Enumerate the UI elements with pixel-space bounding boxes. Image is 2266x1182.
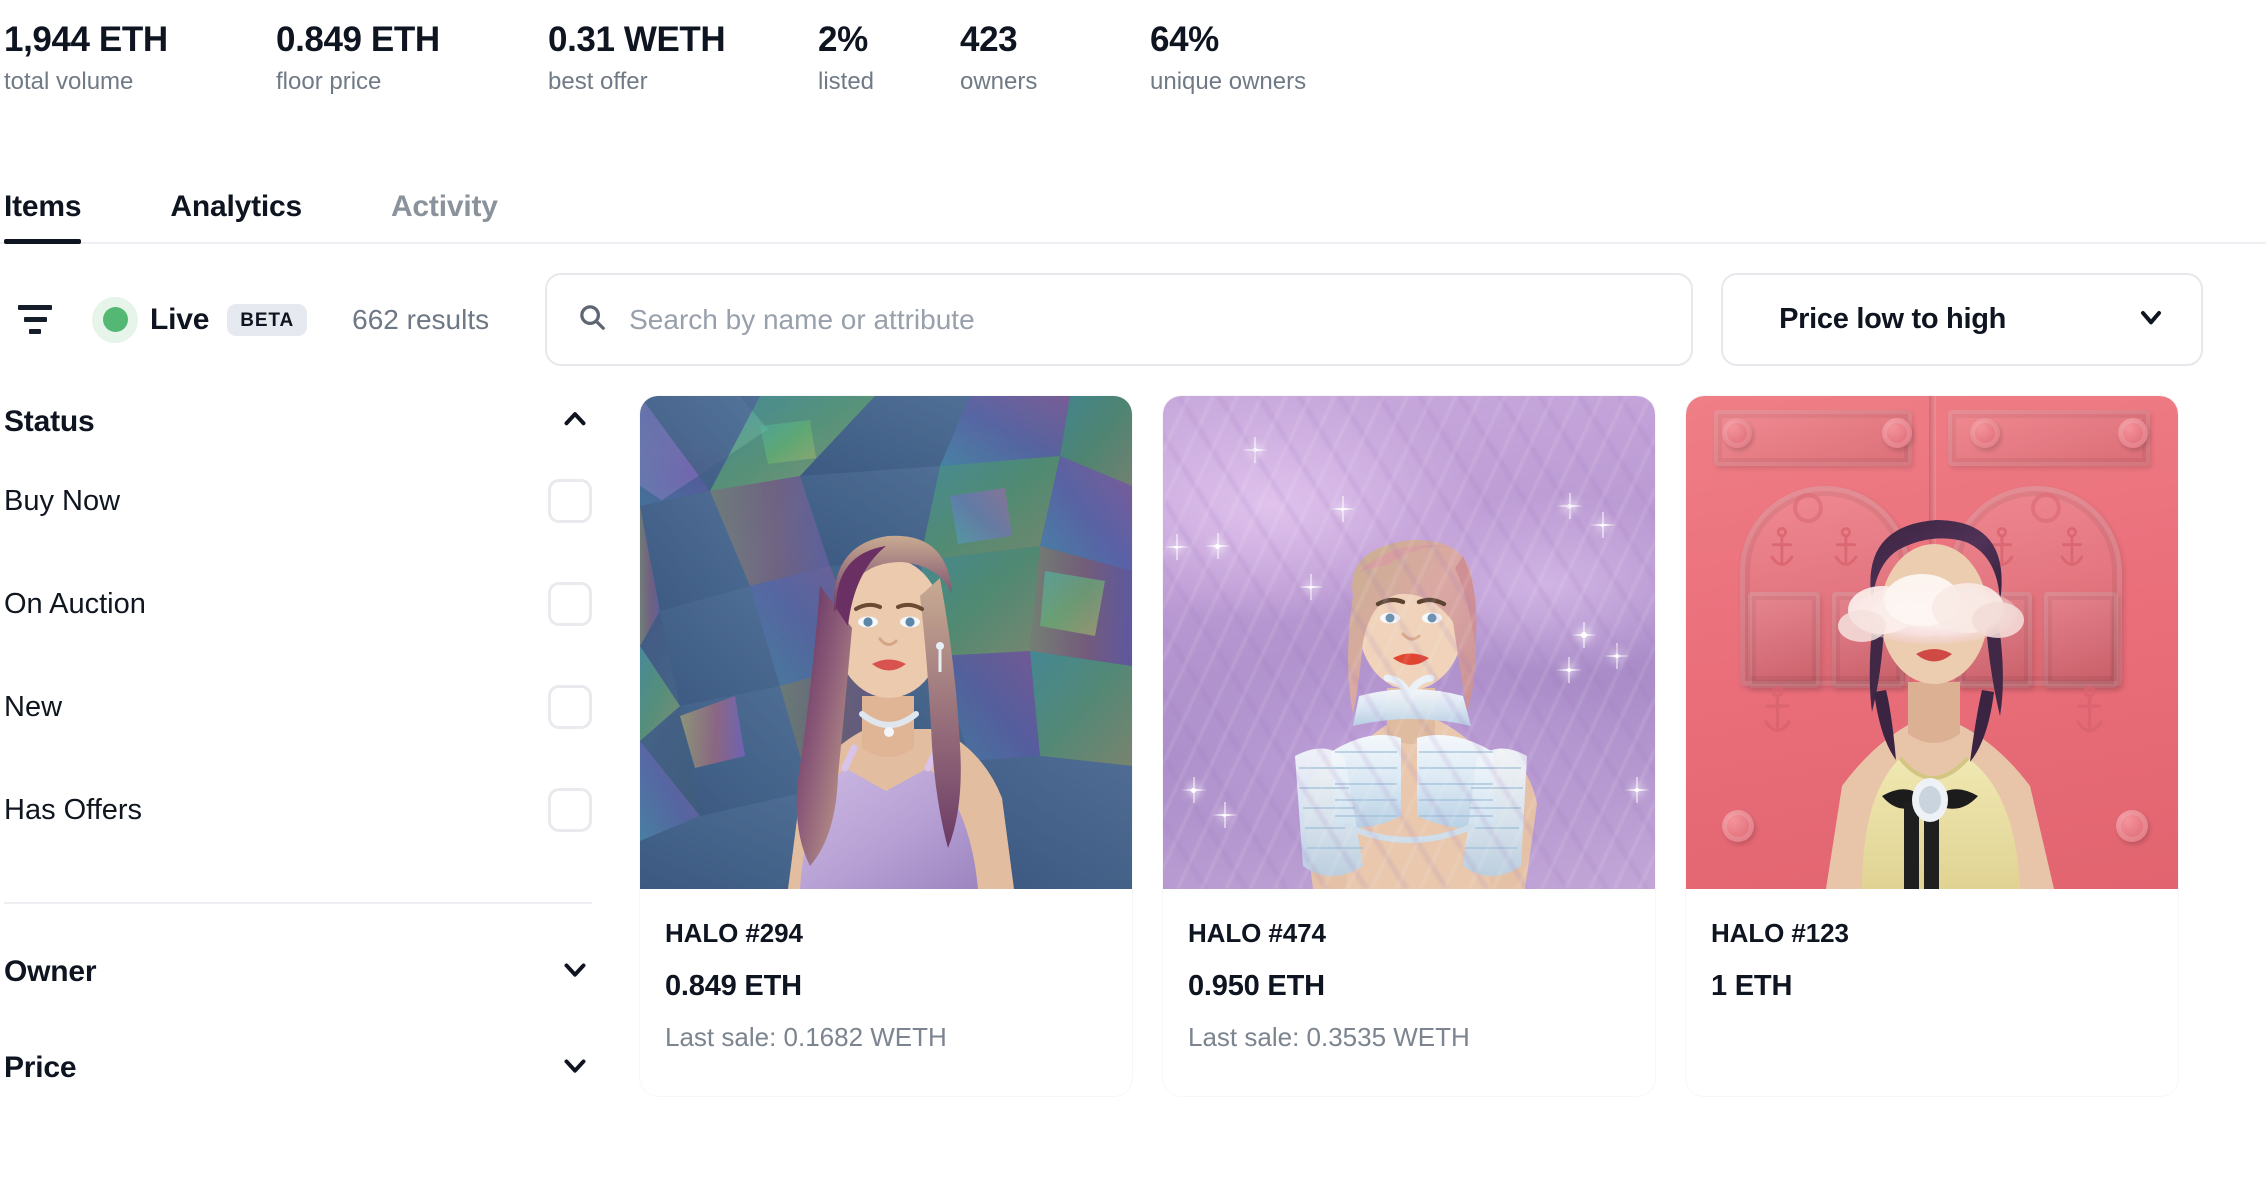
- nft-price: 0.950 ETH: [1188, 969, 1325, 1002]
- facet-divider: [4, 901, 592, 904]
- stat-value: 0.31 WETH: [548, 20, 726, 59]
- filter-bar-2: [23, 317, 47, 323]
- avatar-figure: [788, 535, 1014, 889]
- sparkle: [1215, 543, 1220, 549]
- chevron-up-icon: [558, 402, 592, 441]
- stat-value: 64%: [1150, 20, 1219, 59]
- filter-icon[interactable]: [8, 293, 62, 347]
- tab-activity[interactable]: Activity: [391, 191, 498, 242]
- filter-bar-3: [29, 329, 41, 335]
- sparkle: [1615, 653, 1619, 658]
- sparkle: [1341, 507, 1344, 511]
- stat-floor-price: 0.849 ETH floor price: [276, 18, 548, 100]
- live-toggle[interactable]: Live BETA: [92, 296, 308, 343]
- cloud-over-eyes: [1838, 573, 2024, 644]
- stat-value: 423: [960, 20, 1018, 59]
- sparkle: [1175, 545, 1178, 549]
- items-toolbar: Live BETA 662 results Price low to high: [0, 268, 2266, 372]
- stat-label: owners: [960, 67, 1038, 95]
- stat-unique-owners: 64% unique owners: [1150, 18, 1306, 100]
- stat-label: listed: [818, 67, 875, 95]
- stat-label: floor price: [276, 67, 382, 95]
- checkbox-has-offers[interactable]: [548, 788, 592, 833]
- sort-dropdown[interactable]: Price low to high: [1721, 273, 2204, 367]
- beta-badge: BETA: [227, 303, 308, 336]
- filter-bar-1: [18, 305, 52, 311]
- nft-card[interactable]: HALO #294 0.849 ETH Last sale: 0.1682 WE…: [640, 395, 1132, 1096]
- nft-artwork-holographic[interactable]: [640, 395, 1132, 889]
- items-content: Status Buy Now On Auction New Has Offers: [0, 394, 2266, 1096]
- facet-title: Price: [4, 1050, 77, 1084]
- filter-option-label: New: [4, 690, 63, 723]
- chevron-down-icon: [558, 952, 592, 991]
- sparkle: [1581, 631, 1587, 638]
- filter-option-label: On Auction: [4, 587, 146, 620]
- chevron-down-icon: [558, 1048, 592, 1087]
- filter-option-buy-now[interactable]: Buy Now: [4, 450, 592, 553]
- avatar-figure: [1826, 519, 2054, 889]
- sparkle: [1253, 447, 1257, 452]
- stat-listed: 2% listed: [818, 18, 960, 100]
- tab-items[interactable]: Items: [4, 191, 82, 244]
- avatar-figure: [1295, 539, 1537, 889]
- sparkle: [1635, 787, 1639, 792]
- live-status-icon: [92, 296, 138, 343]
- filters-sidebar: Status Buy Now On Auction New Has Offers: [4, 394, 640, 1096]
- facet-title: Owner: [4, 954, 97, 988]
- sparkle: [1567, 667, 1571, 672]
- nft-last-sale: Last sale: 0.3535 WETH: [1188, 1021, 1470, 1052]
- stat-value: 0.849 ETH: [276, 20, 440, 59]
- stat-label: best offer: [548, 67, 648, 95]
- facet-header-owner[interactable]: Owner: [4, 944, 592, 1000]
- nft-title: HALO #123: [1711, 917, 1849, 948]
- checkbox-on-auction[interactable]: [548, 582, 592, 627]
- stat-best-offer: 0.31 WETH best offer: [548, 18, 818, 100]
- nft-title: HALO #474: [1188, 917, 1326, 948]
- search-input[interactable]: [629, 303, 1662, 336]
- nft-price: 0.849 ETH: [665, 969, 802, 1002]
- nft-card-body: HALO #294 0.849 ETH Last sale: 0.1682 WE…: [640, 889, 1132, 1050]
- stat-label: total volume: [4, 67, 134, 95]
- search-icon: [577, 302, 607, 337]
- stat-value: 2%: [818, 20, 868, 59]
- sort-selected-value: Price low to high: [1779, 303, 2007, 336]
- items-grid: HALO #294 0.849 ETH Last sale: 0.1682 WE…: [640, 394, 2266, 1096]
- stat-value: 1,944 ETH: [4, 20, 168, 59]
- tab-analytics[interactable]: Analytics: [170, 191, 302, 242]
- sparkle: [1223, 813, 1226, 817]
- checkbox-new[interactable]: [548, 685, 592, 730]
- stat-total-volume: 1,944 ETH total volume: [4, 18, 276, 100]
- filter-option-on-auction[interactable]: On Auction: [4, 553, 592, 656]
- filter-option-has-offers[interactable]: Has Offers: [4, 759, 592, 862]
- chevron-down-icon: [2135, 301, 2167, 338]
- checkbox-buy-now[interactable]: [548, 479, 592, 524]
- nft-card[interactable]: HALO #123 1 ETH: [1686, 395, 2178, 1096]
- live-label: Live: [150, 302, 210, 336]
- stat-label: unique owners: [1150, 67, 1307, 95]
- live-dot: [102, 307, 128, 333]
- collection-tabs: Items Analytics Activity: [0, 174, 2266, 244]
- stat-owners: 423 owners: [960, 18, 1150, 100]
- filter-option-new[interactable]: New: [4, 656, 592, 759]
- nft-artwork-pink-door[interactable]: [1686, 395, 2178, 889]
- facet-header-status[interactable]: Status: [4, 394, 592, 450]
- sparkle: [1601, 523, 1604, 527]
- nft-artwork-caustics[interactable]: [1163, 395, 1655, 889]
- nft-card-body: HALO #123 1 ETH: [1686, 889, 2178, 1001]
- collection-stats-bar: 1,944 ETH total volume 0.849 ETH floor p…: [0, 0, 2266, 100]
- facet-header-price[interactable]: Price: [4, 1040, 592, 1096]
- sparkle: [1567, 503, 1572, 509]
- facet-title: Status: [4, 404, 95, 438]
- nft-title: HALO #294: [665, 917, 803, 948]
- sparkle: [1309, 585, 1312, 589]
- nft-price: 1 ETH: [1711, 969, 1793, 1002]
- sparkle: [1191, 787, 1196, 793]
- nft-last-sale: Last sale: 0.1682 WETH: [665, 1021, 947, 1052]
- nft-card-body: HALO #474 0.950 ETH Last sale: 0.3535 WE…: [1163, 889, 1655, 1050]
- nft-card[interactable]: HALO #474 0.950 ETH Last sale: 0.3535 WE…: [1163, 395, 1655, 1096]
- search-box[interactable]: [545, 273, 1694, 367]
- filter-option-label: Has Offers: [4, 793, 143, 826]
- results-count: 662 results: [352, 303, 490, 335]
- filter-option-label: Buy Now: [4, 484, 121, 517]
